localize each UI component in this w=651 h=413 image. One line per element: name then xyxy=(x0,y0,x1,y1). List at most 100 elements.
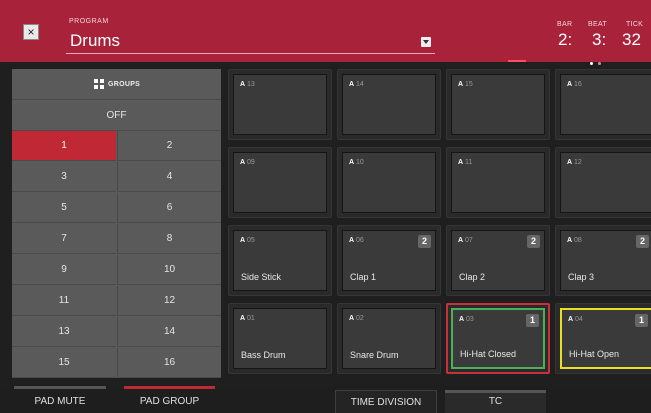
group-5-button[interactable]: 5 xyxy=(12,193,116,223)
program-name-field[interactable]: Drums xyxy=(70,31,120,51)
group-1-button[interactable]: 1 xyxy=(12,131,116,161)
group-12-button[interactable]: 12 xyxy=(117,286,221,316)
group-16-button[interactable]: 16 xyxy=(117,348,221,378)
pad-bank: A xyxy=(458,159,464,166)
tab-indicator-active xyxy=(124,386,215,389)
group-off-button[interactable]: OFF xyxy=(12,100,221,131)
pad-sample-name: Snare Drum xyxy=(350,350,399,360)
pad-bank: A xyxy=(349,315,355,322)
group-2-button[interactable]: 2 xyxy=(117,131,221,161)
pad-a07[interactable]: A 07 Clap 2 2 xyxy=(446,225,550,296)
group-4-button[interactable]: 4 xyxy=(117,162,221,192)
tab-time-division[interactable]: TIME DIVISION xyxy=(335,390,437,413)
tab-time-division-label: TIME DIVISION xyxy=(350,397,422,408)
program-header: × PROGRAM Drums BAR 2: BEAT 3: TICK 32 xyxy=(0,0,651,65)
pad-layer-count-badge: 2 xyxy=(527,235,540,248)
pad-a12[interactable]: A 12 xyxy=(555,147,651,218)
group-6-button[interactable]: 6 xyxy=(117,193,221,223)
pad-bank: A xyxy=(349,159,355,166)
pad-bank: A xyxy=(240,315,246,322)
group-3-button[interactable]: 3 xyxy=(12,162,116,192)
beat-indicator xyxy=(590,52,606,70)
pad-bank: A xyxy=(349,237,355,244)
program-dropdown-button[interactable] xyxy=(421,37,431,47)
pad-label: A 07 xyxy=(458,237,473,244)
pad-a01[interactable]: A 01 Bass Drum xyxy=(228,303,332,374)
pad-label: A 05 xyxy=(240,237,255,244)
pad-number: 12 xyxy=(574,159,582,166)
pad-label: A 03 xyxy=(459,316,474,323)
pad-face: A 02 Snare Drum xyxy=(342,308,436,369)
pad-label: A 12 xyxy=(567,159,582,166)
pad-number: 11 xyxy=(465,159,473,166)
pad-a11[interactable]: A 11 xyxy=(446,147,550,218)
pad-bank: A xyxy=(568,316,574,323)
pad-number: 09 xyxy=(247,159,255,166)
tab-tc-label: TC xyxy=(488,396,503,407)
beat-value: 3: xyxy=(592,30,607,49)
pad-number: 05 xyxy=(247,237,255,244)
pad-label: A 04 xyxy=(568,316,583,323)
program-field-underline xyxy=(66,53,435,54)
group-9-button[interactable]: 9 xyxy=(12,255,116,285)
tab-pad-group-label: PAD GROUP xyxy=(139,396,200,407)
pad-bank: A xyxy=(240,159,246,166)
pad-face: A 12 xyxy=(560,152,651,213)
group-8-button[interactable]: 8 xyxy=(117,224,221,254)
pad-number: 01 xyxy=(247,315,255,322)
pad-number: 14 xyxy=(356,81,364,88)
group-14-button[interactable]: 14 xyxy=(117,317,221,347)
pad-face: A 10 xyxy=(342,152,436,213)
bar-label: BAR xyxy=(557,21,573,28)
pad-a10[interactable]: A 10 xyxy=(337,147,441,218)
pad-label: A 09 xyxy=(240,159,255,166)
group-13-button[interactable]: 13 xyxy=(12,317,116,347)
tab-pad-mute[interactable]: PAD MUTE xyxy=(14,386,106,413)
groups-title: GROUPS xyxy=(108,81,141,88)
close-icon: × xyxy=(27,25,35,39)
pad-a03[interactable]: A 03 Hi-Hat Closed 1 xyxy=(446,303,550,374)
pad-layer-count-badge: 2 xyxy=(418,235,431,248)
pad-a05[interactable]: A 05 Side Stick xyxy=(228,225,332,296)
pad-a02[interactable]: A 02 Snare Drum xyxy=(337,303,441,374)
tab-pad-mute-label: PAD MUTE xyxy=(34,396,86,407)
pad-sample-name: Clap 3 xyxy=(568,272,595,282)
pad-face: A 01 Bass Drum xyxy=(233,308,327,369)
group-15-button[interactable]: 15 xyxy=(12,348,116,378)
pad-bank: A xyxy=(459,316,465,323)
tab-tc[interactable]: TC xyxy=(445,390,546,413)
pad-sample-name: Bass Drum xyxy=(241,350,286,360)
tab-pad-group[interactable]: PAD GROUP xyxy=(124,386,215,413)
beat-dot-active xyxy=(590,62,593,65)
pad-a08[interactable]: A 08 Clap 3 2 xyxy=(555,225,651,296)
pad-number: 04 xyxy=(575,316,583,323)
pad-face: A 13 xyxy=(233,74,327,135)
group-11-button[interactable]: 11 xyxy=(12,286,116,316)
pad-face: A 04 Hi-Hat Open 1 xyxy=(560,308,651,369)
pad-face: A 08 Clap 3 2 xyxy=(560,230,651,291)
group-7-button[interactable]: 7 xyxy=(12,224,116,254)
pad-number: 13 xyxy=(247,81,255,88)
tab-indicator xyxy=(445,390,546,393)
pad-a16[interactable]: A 16 xyxy=(555,69,651,140)
pad-bank: A xyxy=(458,237,464,244)
beat-label: BEAT xyxy=(588,21,607,28)
pad-label: A 08 xyxy=(567,237,582,244)
pad-a04[interactable]: A 04 Hi-Hat Open 1 xyxy=(555,303,651,374)
pad-label: A 02 xyxy=(349,315,364,322)
pad-a09[interactable]: A 09 xyxy=(228,147,332,218)
close-button[interactable]: × xyxy=(23,24,39,40)
pad-a06[interactable]: A 06 Clap 1 2 xyxy=(337,225,441,296)
group-10-button[interactable]: 10 xyxy=(117,255,221,285)
pad-face: A 15 xyxy=(451,74,545,135)
pad-sample-name: Hi-Hat Closed xyxy=(460,349,517,359)
pad-a15[interactable]: A 15 xyxy=(446,69,550,140)
beat-dot xyxy=(598,62,601,65)
pad-layer-count-badge: 1 xyxy=(526,314,539,327)
pad-face: A 03 Hi-Hat Closed 1 xyxy=(451,308,545,369)
pad-number: 10 xyxy=(356,159,364,166)
pad-bank: A xyxy=(349,81,355,88)
pad-a13[interactable]: A 13 xyxy=(228,69,332,140)
pad-number: 16 xyxy=(574,81,582,88)
pad-a14[interactable]: A 14 xyxy=(337,69,441,140)
